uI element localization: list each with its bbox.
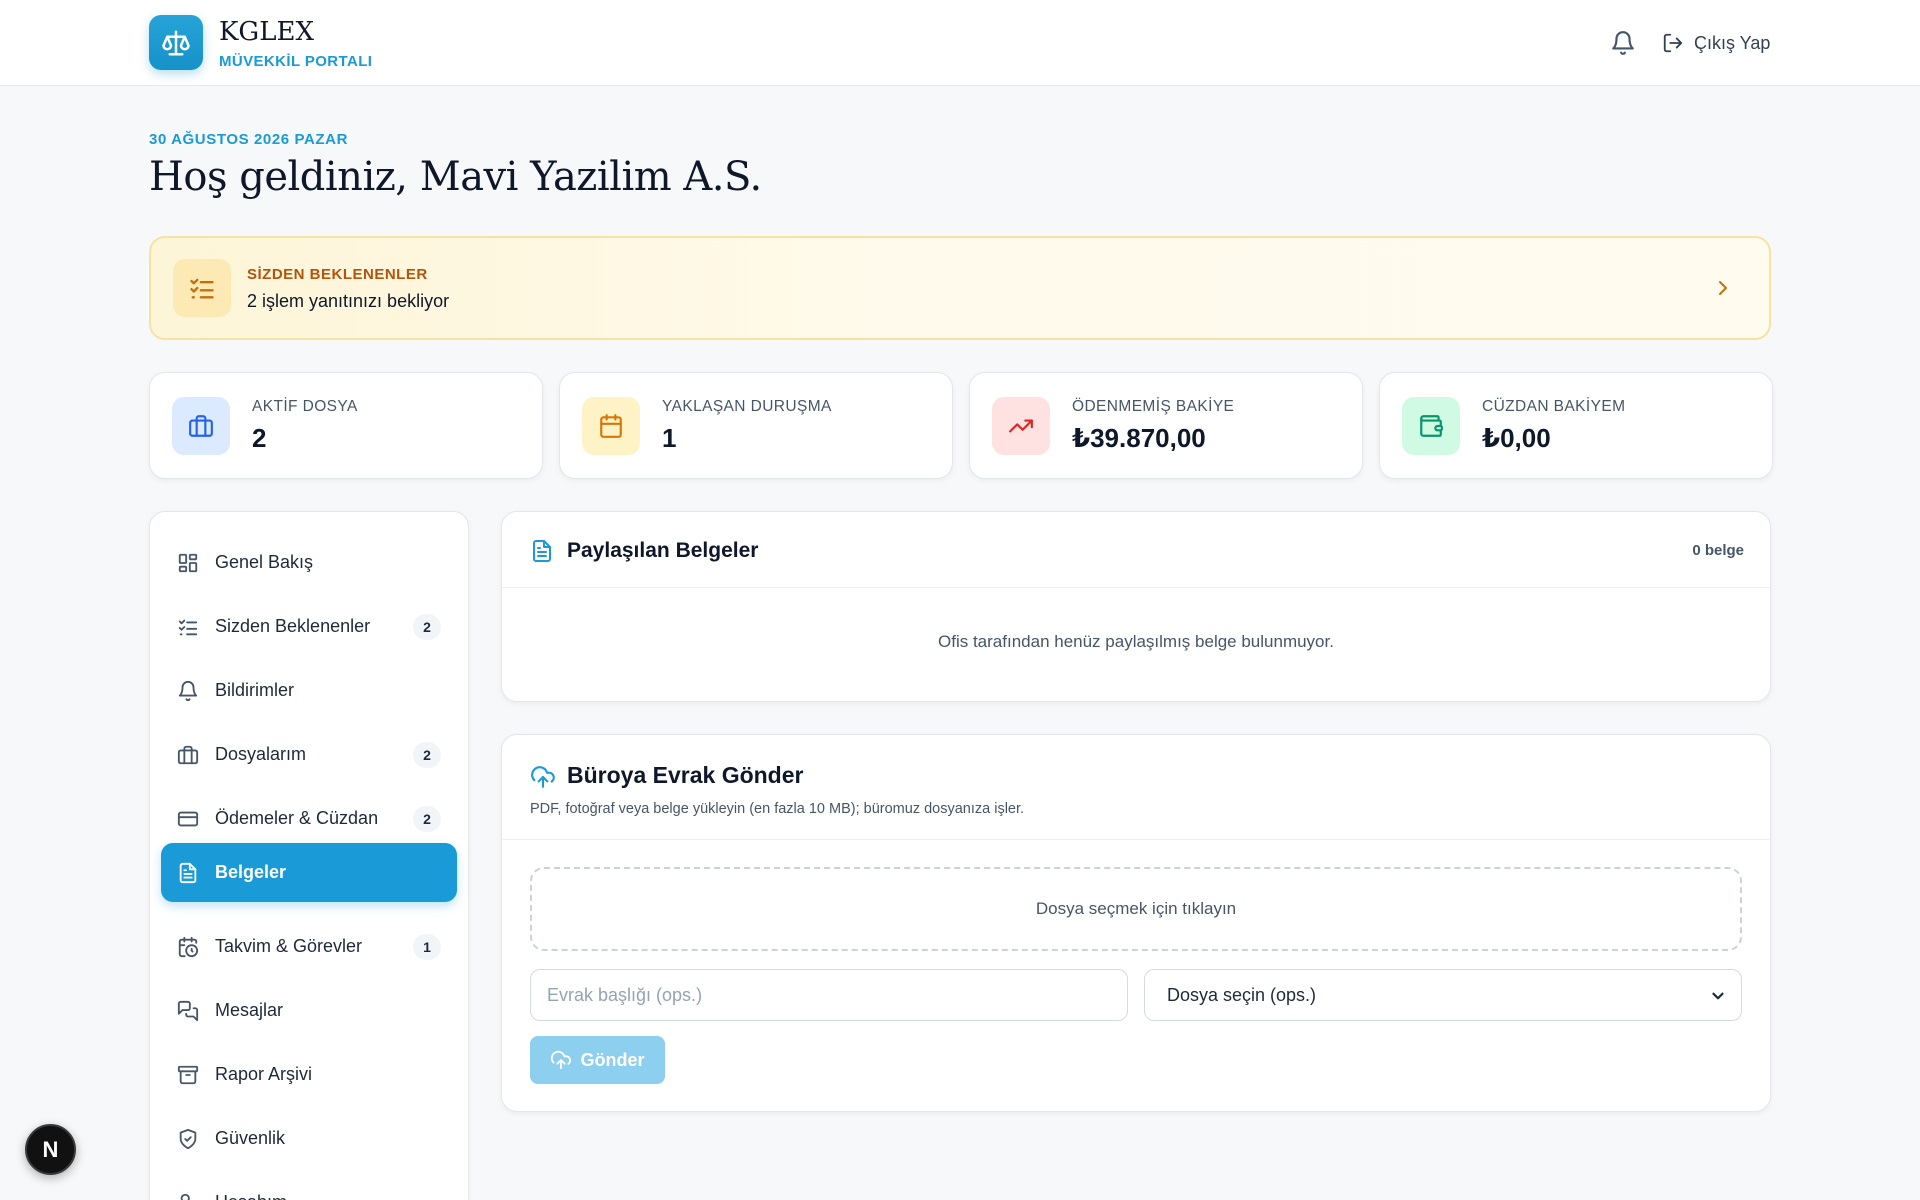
pending-actions-banner[interactable]: SİZDEN BEKLENENLER 2 işlem yanıtınızı be… [149, 236, 1771, 340]
sidebar-item-label: Güvenlik [215, 1128, 286, 1148]
upload-documents-panel: Büroya Evrak Gönder PDF, fotoğraf veya b… [501, 734, 1771, 1112]
upload-subtitle: PDF, fotoğraf veya belge yükleyin (en fa… [530, 801, 1025, 817]
checklist-icon [177, 616, 199, 638]
sidebar-item-notifications[interactable]: Bildirimler [161, 661, 457, 720]
stat-label: CÜZDAN BAKİYEM [1482, 398, 1626, 415]
scales-logo-icon[interactable] [149, 15, 203, 70]
wallet-icon [1402, 397, 1460, 455]
sidebar-item-label: Genel Bakış [215, 552, 314, 572]
sidebar-item-pending[interactable]: Sizden Beklenenler 2 [161, 597, 457, 656]
sidebar-item-label: Bildirimler [215, 680, 295, 700]
stat-card-unpaid-balance: ÖDENMEMİŞ BAKİYE ₺39.870,00 [969, 372, 1363, 479]
briefcase-icon [172, 397, 230, 455]
stat-label: YAKLAŞAN DURUŞMA [662, 398, 832, 415]
sidebar-item-label: Ödemeler & Cüzdan [215, 808, 379, 828]
send-button[interactable]: Gönder [530, 1036, 665, 1084]
top-header: KGLEX MÜVEKKİL PORTALI Çıkış Yap [0, 0, 1920, 86]
stat-value: ₺39.870,00 [1072, 423, 1206, 453]
stat-card-upcoming-hearing: YAKLAŞAN DURUŞMA 1 [559, 372, 953, 479]
credit-card-icon [177, 808, 199, 830]
upload-title: Büroya Evrak Gönder [567, 762, 804, 788]
sidebar-item-payments[interactable]: Ödemeler & Cüzdan 2 [161, 789, 457, 848]
messages-icon [177, 1000, 199, 1022]
sidebar-item-my-account[interactable]: Hesabım [161, 1173, 457, 1200]
sidebar-item-label: Belgeler [215, 862, 287, 882]
stat-card-active-files: AKTİF DOSYA 2 [149, 372, 543, 479]
empty-state-text: Ofis tarafından henüz paylaşılmış belge … [938, 632, 1334, 651]
user-cog-icon [177, 1192, 199, 1200]
archive-icon [177, 1064, 199, 1086]
count-badge: 1 [413, 933, 441, 960]
count-badge: 2 [413, 613, 441, 640]
sidebar-item-label: Mesajlar [215, 1000, 284, 1020]
sidebar-item-label: Takvim & Görevler [215, 936, 363, 956]
shared-documents-panel: Paylaşılan Belgeler 0 belge Ofis tarafın… [501, 511, 1771, 702]
page-title: Hoş geldiniz, Mavi Yazilim A.S. [149, 154, 762, 200]
dashboard-icon [177, 552, 199, 574]
sidebar-item-messages[interactable]: Mesajlar [161, 981, 457, 1040]
divider [502, 587, 1770, 588]
send-label: Gönder [580, 1049, 645, 1070]
briefcase-icon [177, 744, 199, 766]
cloud-upload-icon [530, 764, 555, 788]
calendar-clock-icon [177, 936, 199, 958]
stat-label: ÖDENMEMİŞ BAKİYE [1072, 398, 1235, 415]
count-badge: 2 [413, 741, 441, 768]
brand-subtitle: MÜVEKKİL PORTALI [219, 53, 373, 70]
sidebar-item-label: Dosyalarım [215, 744, 307, 764]
sidebar-item-my-files[interactable]: Dosyalarım 2 [161, 725, 457, 784]
shield-icon [177, 1128, 199, 1150]
cloud-upload-icon [550, 1049, 572, 1071]
current-date: 30 AĞUSTOS 2026 PAZAR [149, 131, 349, 148]
file-select-value: Dosya seçin (ops.) [1167, 985, 1317, 1005]
logout-icon [1662, 32, 1684, 54]
pending-label: SİZDEN BEKLENENLER [247, 266, 428, 283]
stat-label: AKTİF DOSYA [252, 398, 358, 415]
bell-icon [177, 680, 199, 702]
stat-value: 1 [662, 423, 677, 453]
document-count: 0 belge [1692, 542, 1744, 559]
next-dev-indicator-button[interactable]: N [25, 1124, 76, 1175]
sidebar-nav: Genel Bakış Sizden Beklenenler 2 Bildiri… [149, 511, 469, 1200]
chevron-down-icon [1709, 987, 1727, 1005]
trending-up-icon [992, 397, 1050, 455]
logout-button[interactable]: Çıkış Yap [1662, 28, 1770, 58]
notifications-bell-icon[interactable] [1610, 30, 1636, 56]
stat-value: ₺0,00 [1482, 423, 1551, 453]
stat-card-wallet-balance: CÜZDAN BAKİYEM ₺0,00 [1379, 372, 1773, 479]
brand-name: KGLEX [219, 17, 314, 47]
sidebar-item-report-archive[interactable]: Rapor Arşivi [161, 1045, 457, 1104]
calendar-icon [582, 397, 640, 455]
file-select[interactable]: Dosya seçin (ops.) [1144, 969, 1742, 1021]
divider [502, 839, 1770, 840]
sidebar-item-label: Hesabım [215, 1192, 287, 1200]
sidebar-item-label: Rapor Arşivi [215, 1064, 313, 1084]
document-title-input[interactable] [530, 969, 1128, 1021]
sidebar-item-calendar[interactable]: Takvim & Görevler 1 [161, 917, 457, 976]
checklist-icon [173, 259, 231, 317]
sidebar-item-label: Sizden Beklenenler [215, 616, 371, 636]
document-icon [177, 862, 199, 884]
sidebar-item-documents[interactable]: Belgeler [161, 843, 457, 902]
pending-text: 2 işlem yanıtınızı bekliyor [247, 291, 450, 311]
shared-documents-title: Paylaşılan Belgeler [567, 539, 759, 562]
document-icon [530, 539, 554, 563]
sidebar-item-overview[interactable]: Genel Bakış [161, 533, 457, 592]
sidebar-item-security[interactable]: Güvenlik [161, 1109, 457, 1168]
chevron-right-icon [1711, 276, 1735, 300]
count-badge: 2 [413, 805, 441, 832]
logout-label: Çıkış Yap [1694, 32, 1771, 53]
file-dropzone[interactable]: Dosya seçmek için tıklayın [530, 867, 1742, 951]
stat-value: 2 [252, 423, 267, 453]
